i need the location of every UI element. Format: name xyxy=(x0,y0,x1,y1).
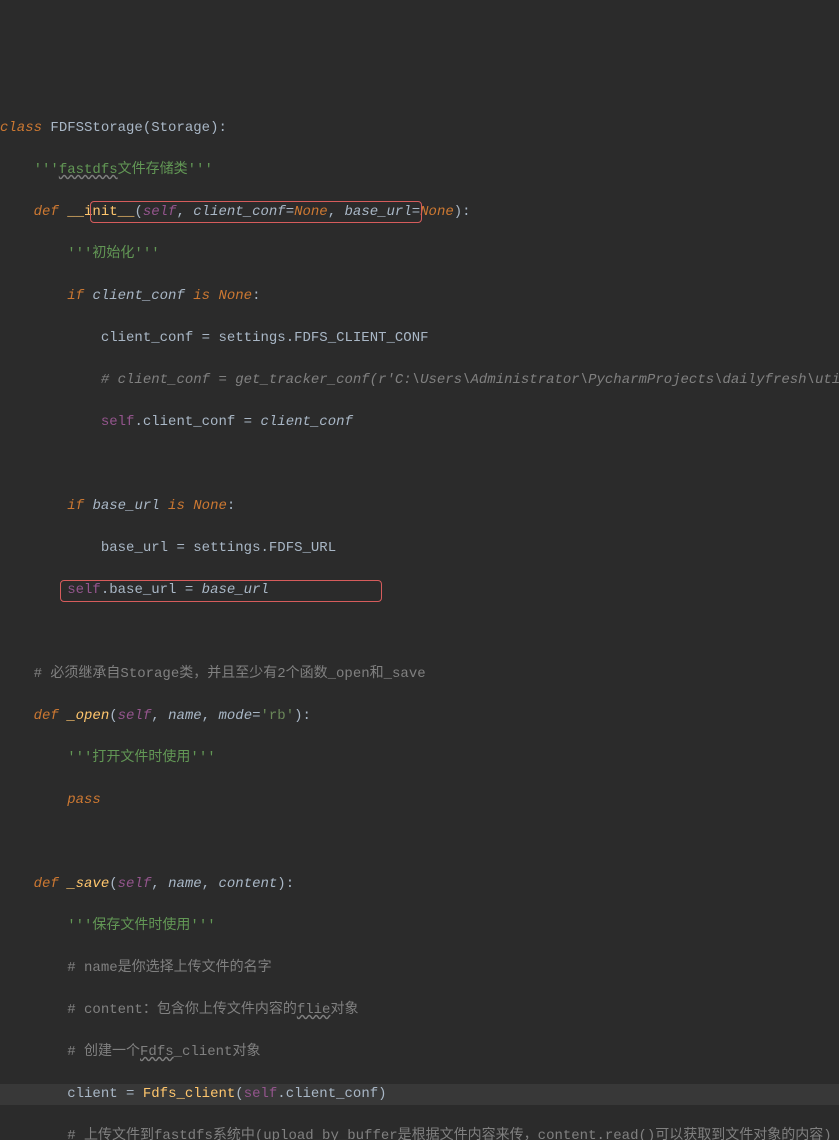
code-line-highlighted: client = Fdfs_client(self.client_conf) xyxy=(0,1084,839,1105)
code-line: '''保存文件时使用''' xyxy=(0,916,839,937)
code-line: class FDFSStorage(Storage): xyxy=(0,118,839,139)
code-line: # 上传文件到fastdfs系统中(upload_by_buffer是根据文件内… xyxy=(0,1126,839,1140)
code-line: base_url = settings.FDFS_URL xyxy=(0,538,839,559)
code-line: if client_conf is None: xyxy=(0,286,839,307)
code-line: # 必须继承自Storage类，并且至少有2个函数_open和_save xyxy=(0,664,839,685)
code-line: # 创建一个Fdfs_client对象 xyxy=(0,1042,839,1063)
code-line: # content：包含你上传文件内容的flie对象 xyxy=(0,1000,839,1021)
code-line: '''fastdfs文件存储类''' xyxy=(0,160,839,181)
code-line xyxy=(0,832,839,853)
code-line: '''打开文件时使用''' xyxy=(0,748,839,769)
code-line: def _save(self, name, content): xyxy=(0,874,839,895)
code-line xyxy=(0,454,839,475)
code-line: pass xyxy=(0,790,839,811)
code-line: self.base_url = base_url xyxy=(0,580,839,601)
code-line xyxy=(0,622,839,643)
code-line: def __init__(self, client_conf=None, bas… xyxy=(0,202,839,223)
code-line: client_conf = settings.FDFS_CLIENT_CONF xyxy=(0,328,839,349)
code-line: '''初始化''' xyxy=(0,244,839,265)
code-line: # name是你选择上传文件的名字 xyxy=(0,958,839,979)
code-editor[interactable]: class FDFSStorage(Storage): '''fastdfs文件… xyxy=(0,84,839,1140)
code-line: self.client_conf = client_conf xyxy=(0,412,839,433)
code-line: # client_conf = get_tracker_conf(r'C:\Us… xyxy=(0,370,839,391)
code-line: def _open(self, name, mode='rb'): xyxy=(0,706,839,727)
code-line: if base_url is None: xyxy=(0,496,839,517)
